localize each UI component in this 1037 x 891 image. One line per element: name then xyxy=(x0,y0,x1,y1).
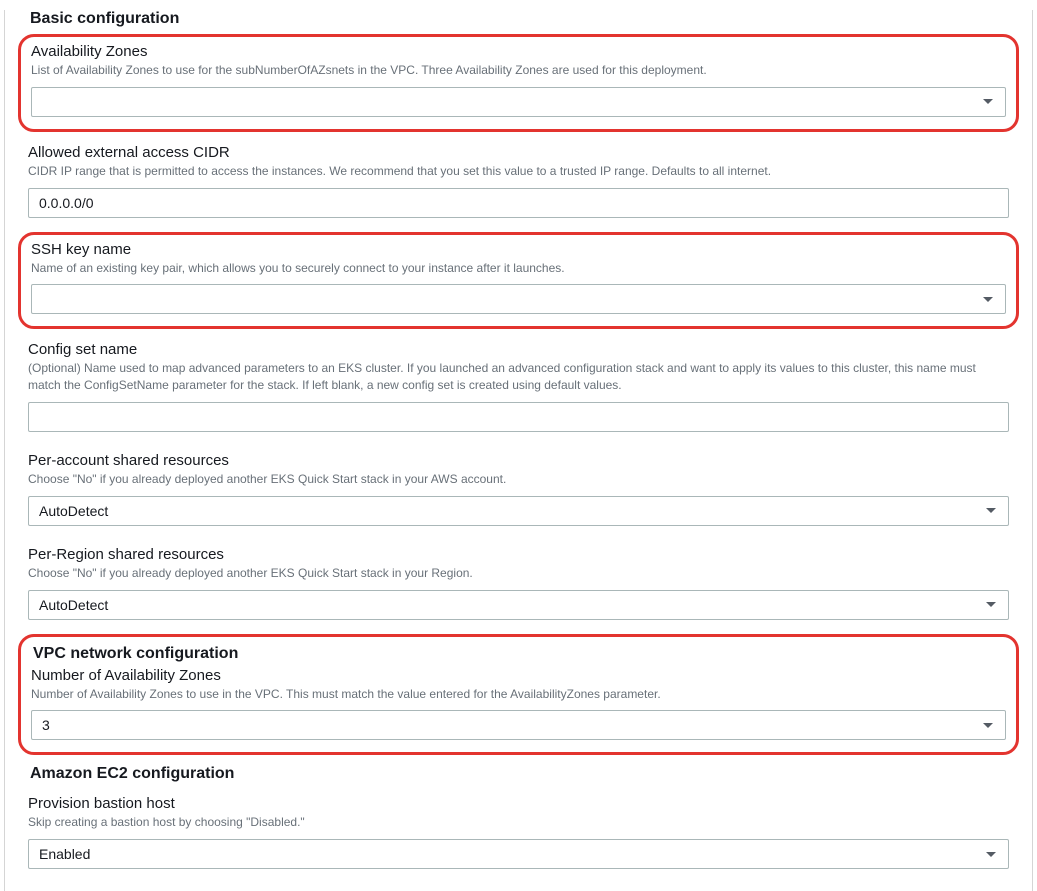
chevron-down-icon xyxy=(983,297,993,302)
cidr-label: Allowed external access CIDR xyxy=(28,144,1009,161)
per-account-desc: Choose "No" if you already deployed anot… xyxy=(28,471,1009,488)
availability-zones-highlight: Availability Zones List of Availability … xyxy=(18,34,1019,132)
vpc-config-title: VPC network configuration xyxy=(33,645,1006,663)
ssh-key-label: SSH key name xyxy=(31,241,1006,258)
chevron-down-icon xyxy=(983,723,993,728)
per-account-value: AutoDetect xyxy=(39,503,978,519)
num-az-select[interactable]: 3 xyxy=(31,710,1006,740)
ssh-key-highlight: SSH key name Name of an existing key pai… xyxy=(18,232,1019,330)
form-page: Basic configuration Availability Zones L… xyxy=(0,10,1037,891)
cidr-desc: CIDR IP range that is permitted to acces… xyxy=(28,163,1009,180)
left-border xyxy=(4,10,5,891)
chevron-down-icon xyxy=(986,602,996,607)
per-region-desc: Choose "No" if you already deployed anot… xyxy=(28,565,1009,582)
per-region-block: Per-Region shared resources Choose "No" … xyxy=(18,540,1019,630)
availability-zones-label: Availability Zones xyxy=(31,43,1006,60)
per-account-label: Per-account shared resources xyxy=(28,452,1009,469)
per-account-block: Per-account shared resources Choose "No"… xyxy=(18,446,1019,536)
per-account-select[interactable]: AutoDetect xyxy=(28,496,1009,526)
bastion-desc: Skip creating a bastion host by choosing… xyxy=(28,814,1009,831)
num-az-label: Number of Availability Zones xyxy=(31,667,1006,684)
cidr-input[interactable] xyxy=(28,188,1009,218)
ssh-key-select[interactable] xyxy=(31,284,1006,314)
config-set-desc: (Optional) Name used to map advanced par… xyxy=(28,360,1009,394)
num-az-value: 3 xyxy=(42,717,975,733)
bastion-block: Provision bastion host Skip creating a b… xyxy=(18,789,1019,869)
availability-zones-select[interactable] xyxy=(31,87,1006,117)
bastion-select[interactable]: Enabled xyxy=(28,839,1009,869)
ec2-config-title: Amazon EC2 configuration xyxy=(30,765,1019,783)
bastion-label: Provision bastion host xyxy=(28,795,1009,812)
cidr-block: Allowed external access CIDR CIDR IP ran… xyxy=(18,138,1019,228)
per-region-value: AutoDetect xyxy=(39,597,978,613)
chevron-down-icon xyxy=(986,852,996,857)
vpc-highlight: VPC network configuration Number of Avai… xyxy=(18,634,1019,756)
num-az-desc: Number of Availability Zones to use in t… xyxy=(31,686,1006,703)
chevron-down-icon xyxy=(983,99,993,104)
per-region-select[interactable]: AutoDetect xyxy=(28,590,1009,620)
right-border xyxy=(1032,10,1033,891)
availability-zones-desc: List of Availability Zones to use for th… xyxy=(31,62,1006,79)
config-set-block: Config set name (Optional) Name used to … xyxy=(18,335,1019,442)
per-region-label: Per-Region shared resources xyxy=(28,546,1009,563)
config-set-input[interactable] xyxy=(28,402,1009,432)
chevron-down-icon xyxy=(986,508,996,513)
basic-config-title: Basic configuration xyxy=(30,10,1019,28)
config-set-label: Config set name xyxy=(28,341,1009,358)
ssh-key-desc: Name of an existing key pair, which allo… xyxy=(31,260,1006,277)
bastion-value: Enabled xyxy=(39,846,978,862)
